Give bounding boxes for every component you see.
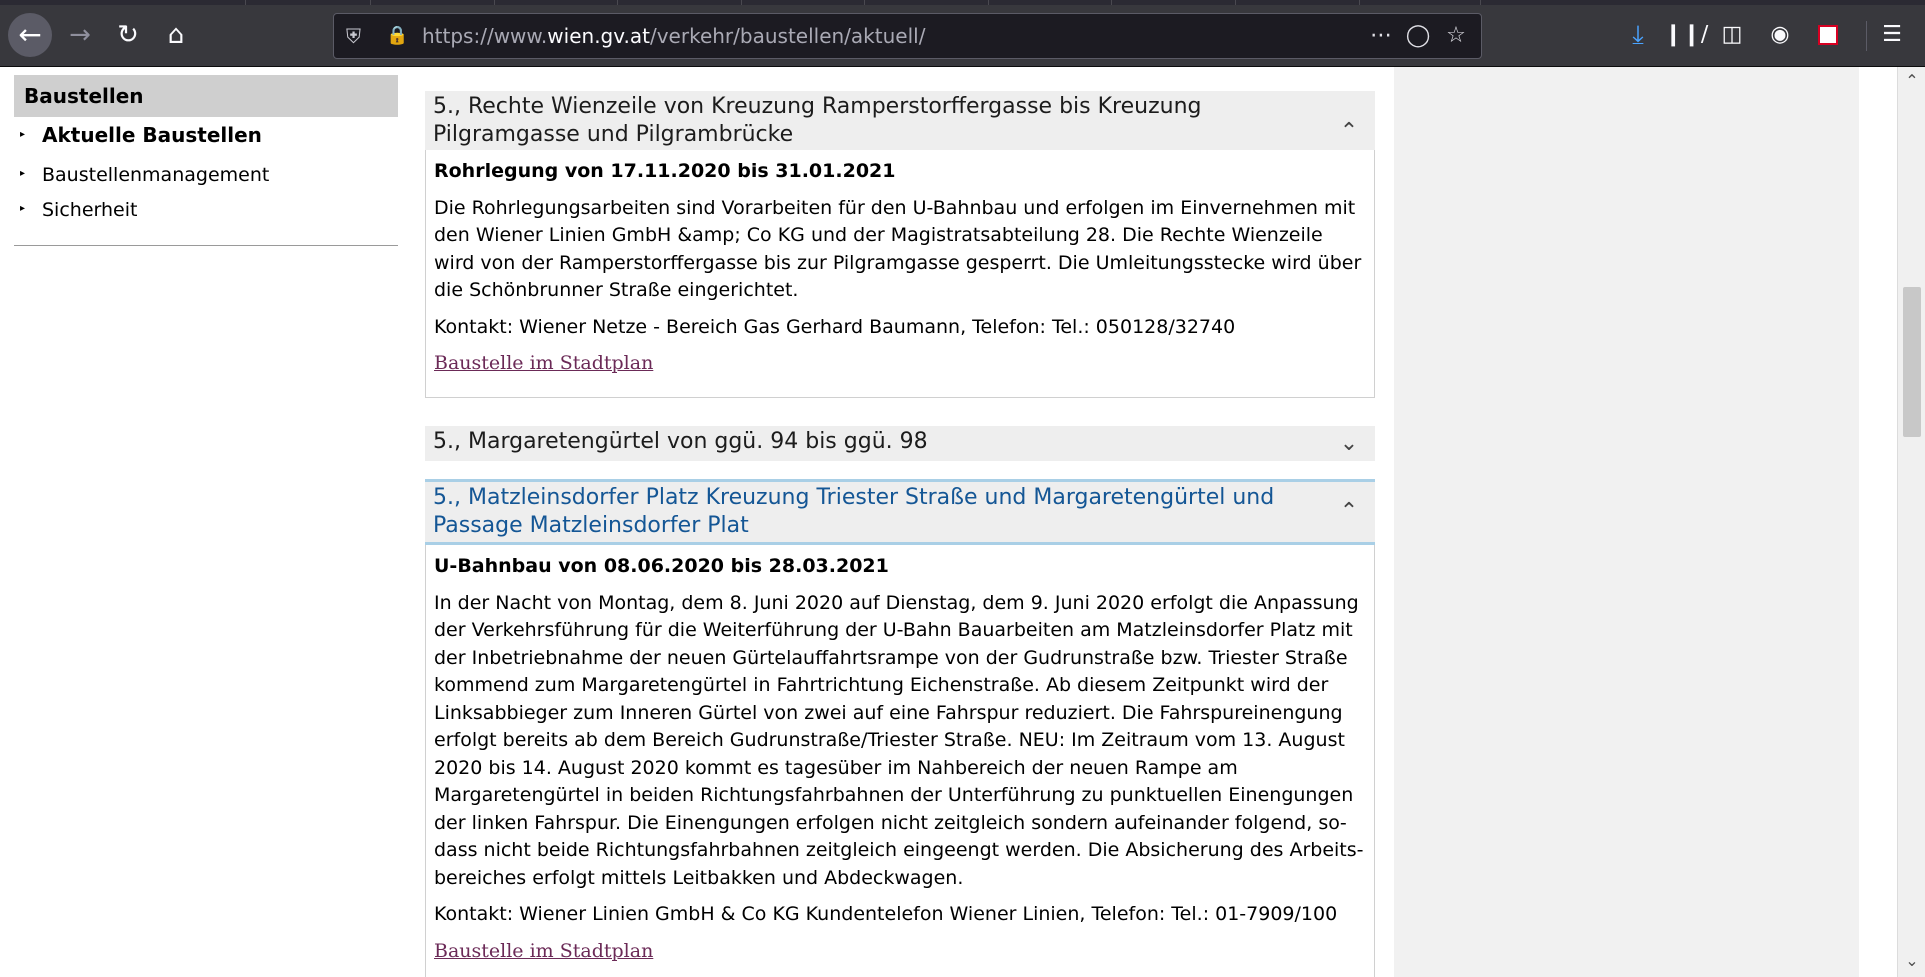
stadtplan-link[interactable]: Baustelle im Stadtplan <box>434 940 653 962</box>
bullet-arrow-icon: ▸ <box>20 167 26 179</box>
entry-contact: Kontakt: Wiener Netze - Bereich Gas Gerh… <box>434 315 1236 338</box>
sidebar-item-label: Aktuelle Baustellen <box>42 123 262 147</box>
url-host: wien.gv.at <box>547 24 650 48</box>
library-icon[interactable]: ❙❙∕ <box>1664 13 1708 57</box>
sidebar-item-label: Sicherheit <box>42 199 138 221</box>
vertical-scrollbar[interactable]: ⌃ ⌄ <box>1897 67 1925 977</box>
sidebar-divider <box>14 245 398 246</box>
accordion-title: 5., Matzleinsdorfer Platz Kreuzung Tries… <box>433 485 1275 538</box>
tracking-shield-icon[interactable]: ⛨ <box>346 14 361 58</box>
entry-contact: Kontakt: Wiener Linien GmbH & Co KG Kund… <box>434 903 1338 925</box>
scrollbar-thumb[interactable] <box>1903 287 1921 437</box>
url-path: /verkehr/baustellen/aktuell/ <box>649 24 926 48</box>
accordion-body-matzleinsdorfer-platz: U-Bahnbau von 08.06.2020 bis 28.03.2021 … <box>425 545 1375 977</box>
scroll-down-arrow-icon[interactable]: ⌄ <box>1898 951 1925 970</box>
sidebar-heading: Baustellen <box>14 75 398 117</box>
bullet-arrow-icon: ▸ <box>20 202 26 214</box>
url-text[interactable]: https://www.wien.gv.at/verkehr/baustelle… <box>422 14 925 58</box>
url-prefix: https://www. <box>422 24 548 48</box>
forward-arrow-icon[interactable]: → <box>58 13 102 57</box>
sidebar-item-label: Baustellenmanagement <box>42 164 270 186</box>
accordion-header-matzleinsdorfer-platz[interactable]: 5., Matzleinsdorfer Platz Kreuzung Tries… <box>425 479 1375 545</box>
page-content: Baustellen ▸ Aktuelle Baustellen ▸ Baustel… <box>0 67 1905 977</box>
accordion-title: 5., Rechte Wienzeile von Kreuzung Ramper… <box>433 94 1202 147</box>
extension-icon[interactable] <box>1806 13 1850 57</box>
chevron-up-icon[interactable]: ⌃ <box>1337 120 1361 144</box>
back-arrow-icon[interactable]: ← <box>8 13 52 57</box>
entry-description: Die Rohrlegungsarbeiten sind Vorarbeiten… <box>434 196 1362 302</box>
sidebar-item-baustellenmanagement[interactable]: ▸ Baustellenmanagement <box>20 161 269 190</box>
account-icon[interactable]: ◉ <box>1758 13 1802 57</box>
stadtplan-link[interactable]: Baustelle im Stadtplan <box>434 352 653 374</box>
bookmark-star-icon[interactable]: ☆ <box>1438 14 1474 58</box>
lock-icon[interactable]: 🔒 <box>386 14 408 58</box>
accordion-header-margaretenguertel[interactable]: 5., Margaretengürtel von ggü. 94 bis ggü… <box>425 426 1375 461</box>
entry-subtitle: U-Bahnbau von 08.06.2020 bis 28.03.2021 <box>434 555 889 577</box>
chevron-down-icon[interactable]: ⌄ <box>1337 431 1361 456</box>
sidebar-item-sicherheit[interactable]: ▸ Sicherheit <box>20 196 137 225</box>
more-actions-icon[interactable]: ⋯ <box>1363 14 1399 58</box>
chevron-up-icon[interactable]: ⌃ <box>1337 500 1361 524</box>
entry-description: In der Nacht von Montag, dem 8. Juni 202… <box>434 591 1364 889</box>
sidebar-icon[interactable]: ◫ <box>1710 13 1754 57</box>
navigation-toolbar: ← → ↻ ⌂ ⛨ 🔒 https://www.wien.gv.at/verke… <box>0 5 1925 67</box>
url-bar[interactable]: ⛨ 🔒 https://www.wien.gv.at/verkehr/baust… <box>333 13 1482 59</box>
reload-icon[interactable]: ↻ <box>106 13 150 57</box>
hamburger-menu-icon[interactable]: ☰ <box>1870 13 1914 57</box>
home-icon[interactable]: ⌂ <box>154 13 198 57</box>
accordion-body-rechte-wienzeile: Rohrlegung von 17.11.2020 bis 31.01.2021… <box>425 150 1375 398</box>
pocket-icon[interactable]: ◯ <box>1400 14 1436 58</box>
entry-subtitle: Rohrlegung von 17.11.2020 bis 31.01.2021 <box>434 160 896 182</box>
right-column <box>1394 67 1859 977</box>
scroll-up-arrow-icon[interactable]: ⌃ <box>1898 71 1925 90</box>
toolbar-separator <box>1866 21 1867 51</box>
accordion-title: 5., Margaretengürtel von ggü. 94 bis ggü… <box>433 429 928 454</box>
download-icon[interactable]: ⤓ <box>1616 13 1660 57</box>
bullet-arrow-icon: ▸ <box>20 128 26 140</box>
sidebar-item-aktuelle-baustellen[interactable]: ▸ Aktuelle Baustellen <box>20 121 262 151</box>
